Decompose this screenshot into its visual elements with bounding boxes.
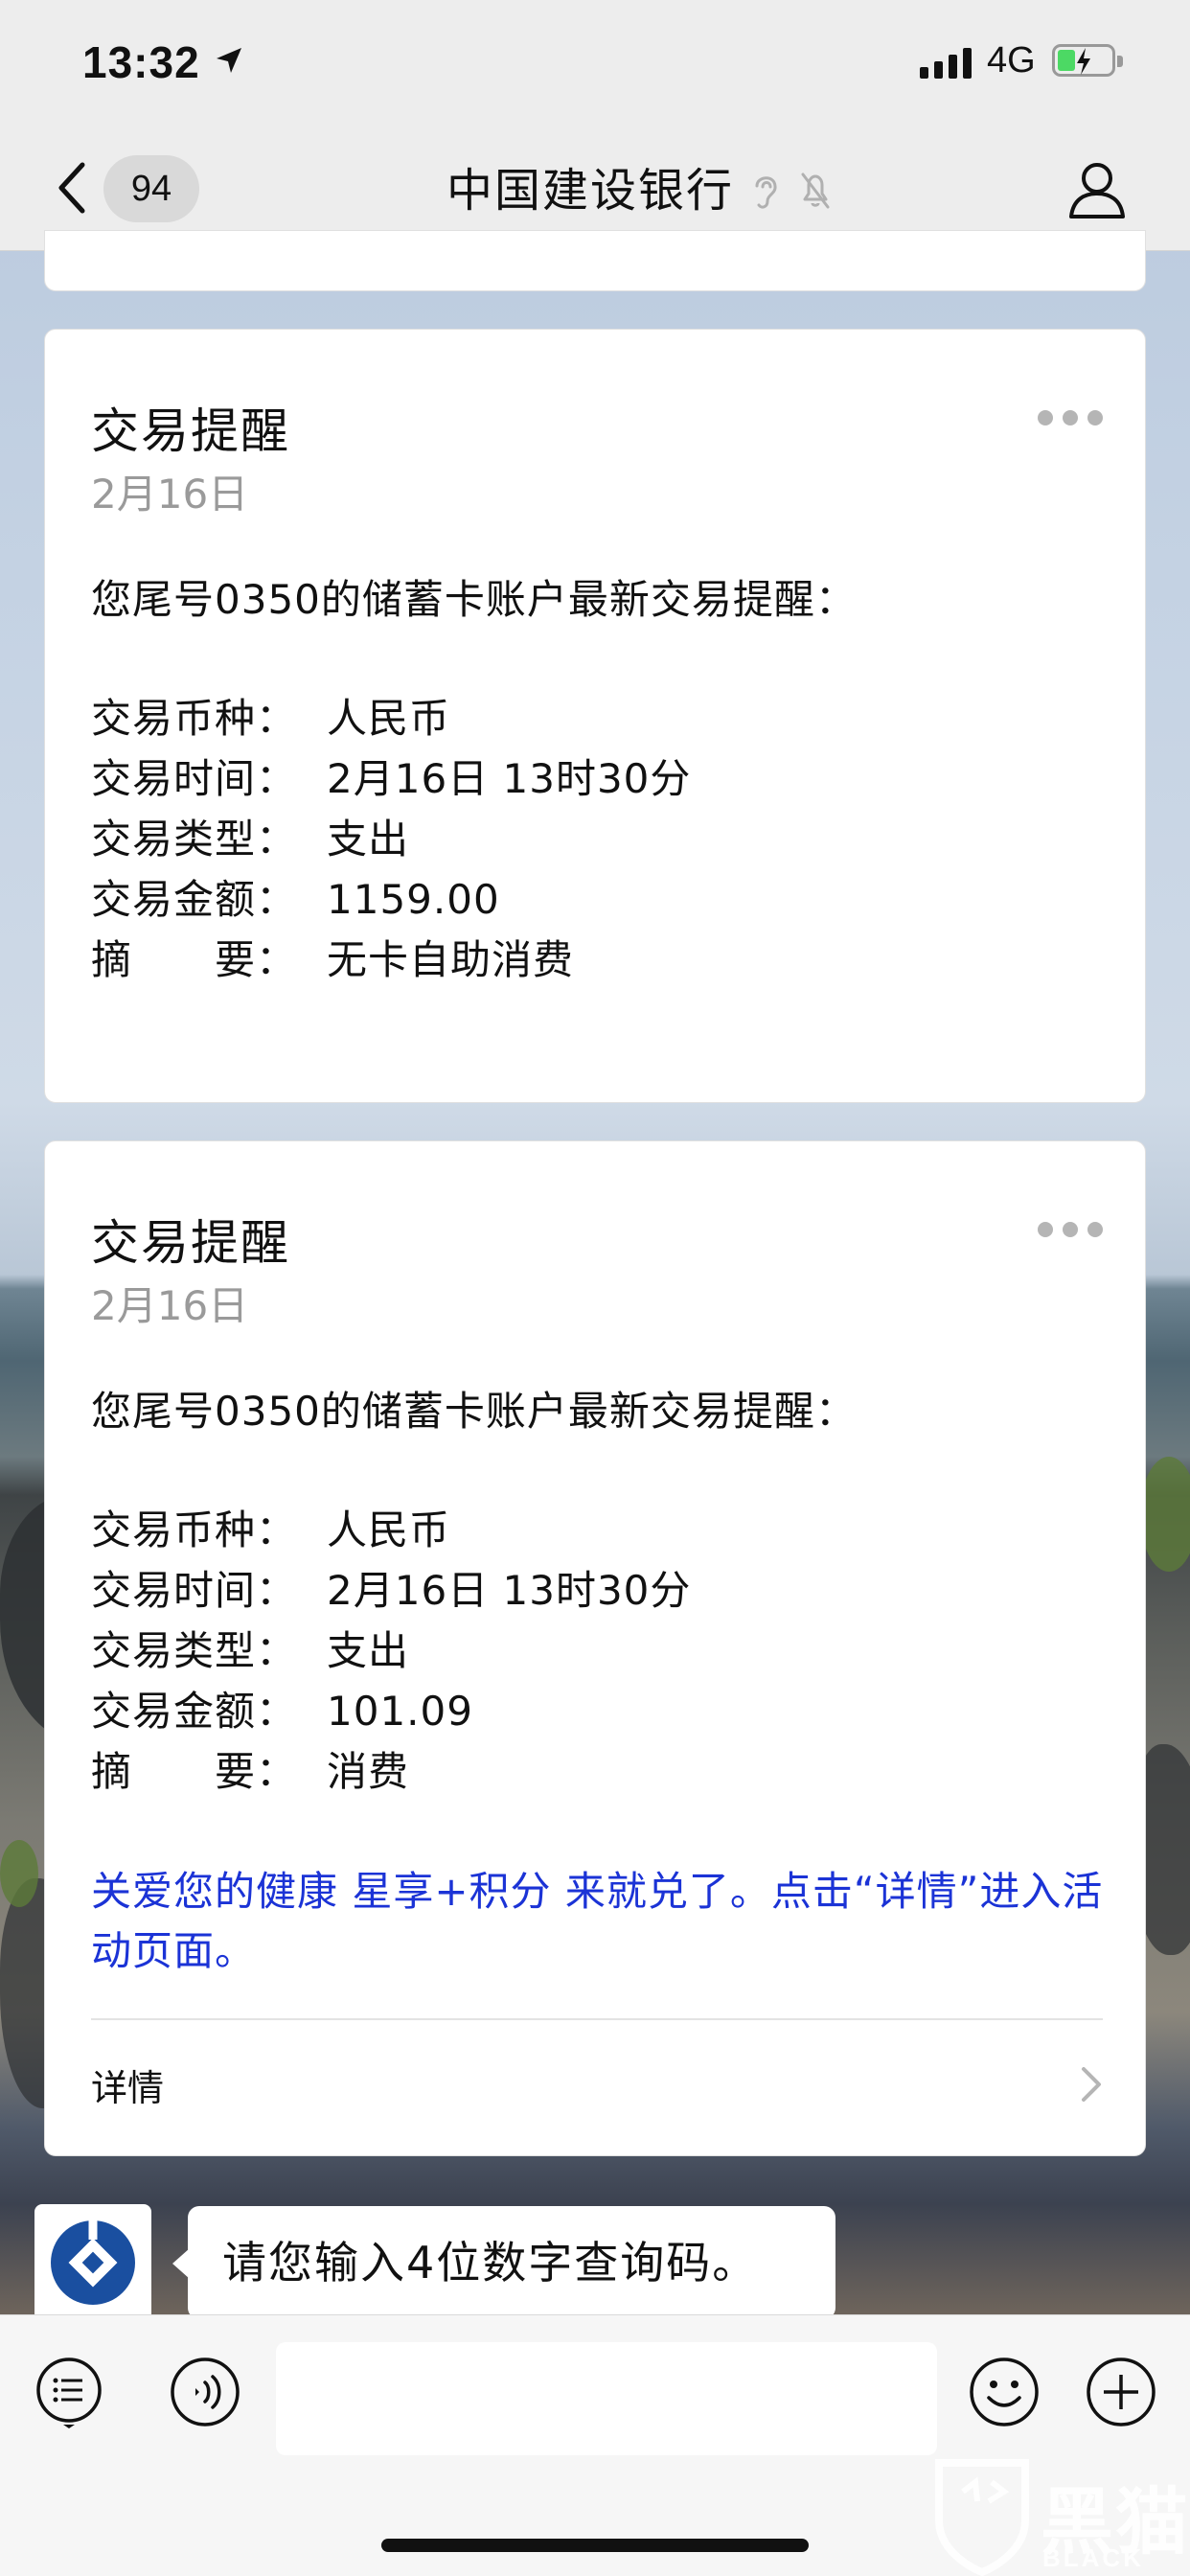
field-label: 交易时间： [91,1567,298,1614]
unread-count-badge[interactable]: 94 [103,155,199,222]
field-row: 交易类型： 支出 [91,809,691,869]
field-label: 交易金额： [91,1688,298,1735]
field-label: 交易币种： [91,695,298,742]
ccb-logo-icon [51,2220,135,2305]
divider [91,2018,1103,2020]
voice-input-icon[interactable] [169,2356,241,2428]
field-label: 摘 要： [91,936,298,983]
chat-title: 中国建设银行 [446,164,735,218]
mute-bell-icon [801,172,830,209]
field-label: 摘 要： [91,1748,298,1795]
card-title: 交易提醒 [91,1215,290,1271]
status-time: 13:32 [82,37,200,87]
card-date: 2月16日 [91,471,249,518]
chevron-right-icon [1082,2067,1101,2102]
card-title: 交易提醒 [91,403,290,459]
field-value: 人民币 [327,695,451,742]
transaction-alert-card[interactable]: 交易提醒 2月16日 您尾号0350的储蓄卡账户最新交易提醒： 交易币种： 人民… [44,329,1146,1103]
field-row: 摘 要： 消费 [91,1741,691,1802]
card-date: 2月16日 [91,1282,249,1329]
field-label: 交易类型： [91,816,298,862]
field-value: 支出 [327,816,410,862]
card-intro: 您尾号0350的储蓄卡账户最新交易提醒： [91,1388,857,1435]
card-intro: 您尾号0350的储蓄卡账户最新交易提醒： [91,576,857,623]
transaction-fields: 交易币种： 人民币 交易时间： 2月16日 13时30分 交易类型： 支出 交易… [91,1500,691,1802]
emoji-icon[interactable] [968,2356,1041,2428]
field-row: 交易币种： 人民币 [91,1500,691,1560]
promo-link[interactable]: 关爱您的健康 星享+积分 来就兑了。点击“详情”进入活动页面。 [91,1862,1107,1981]
field-row: 交易金额： 1159.00 [91,869,691,930]
plus-icon[interactable] [1085,2356,1157,2428]
ear-icon [755,176,777,209]
watermark-subtext: BLACK CAT [1042,2543,1144,2576]
field-value: 2月16日 13时30分 [327,755,692,802]
transaction-fields: 交易币种： 人民币 交易时间： 2月16日 13时30分 交易类型： 支出 交易… [91,688,691,990]
details-label: 详情 [91,2066,165,2109]
profile-icon[interactable] [1065,157,1129,220]
field-row: 交易时间： 2月16日 13时30分 [91,1560,691,1621]
field-value: 人民币 [327,1506,451,1553]
details-link[interactable]: 详情 [91,2046,1103,2123]
background-plant [1140,1457,1190,1572]
bot-message-bubble: 请您输入4位数字查询码。 [188,2206,835,2319]
field-label: 交易金额： [91,876,298,923]
chat-title-group: 中国建设银行 [446,157,834,224]
home-indicator [381,2539,809,2552]
message-input[interactable] [276,2342,937,2455]
battery-icon [1052,44,1123,77]
field-value: 消费 [327,1748,410,1795]
field-value: 1159.00 [327,876,500,923]
back-chevron-icon[interactable] [54,161,88,215]
field-row: 交易时间： 2月16日 13时30分 [91,748,691,809]
field-value: 支出 [327,1627,410,1674]
field-value: 101.09 [327,1688,473,1735]
field-label: 交易时间： [91,755,298,802]
more-options-icon[interactable] [1038,1222,1103,1237]
field-row: 交易币种： 人民币 [91,688,691,748]
field-label: 交易币种： [91,1506,298,1553]
network-type: 4G [987,40,1036,80]
field-label: 交易类型： [91,1627,298,1674]
field-row: 交易金额： 101.09 [91,1681,691,1741]
more-options-icon[interactable] [1038,410,1103,426]
location-arrow-icon [217,48,241,73]
cellular-signal-icon [920,46,972,79]
background-plant [0,1840,38,1907]
field-row: 摘 要： 无卡自助消费 [91,930,691,990]
transaction-alert-card[interactable]: 交易提醒 2月16日 您尾号0350的储蓄卡账户最新交易提醒： 交易币种： 人民… [44,1140,1146,2156]
top-bar: 13:32 4G 94 中国建设银行 [0,0,1190,251]
field-value: 2月16日 13时30分 [327,1567,692,1614]
field-value: 无卡自助消费 [327,936,575,983]
menu-list-icon[interactable] [33,2356,105,2428]
bank-avatar[interactable] [34,2204,151,2321]
field-row: 交易类型： 支出 [91,1621,691,1681]
previous-message-card [44,230,1146,291]
